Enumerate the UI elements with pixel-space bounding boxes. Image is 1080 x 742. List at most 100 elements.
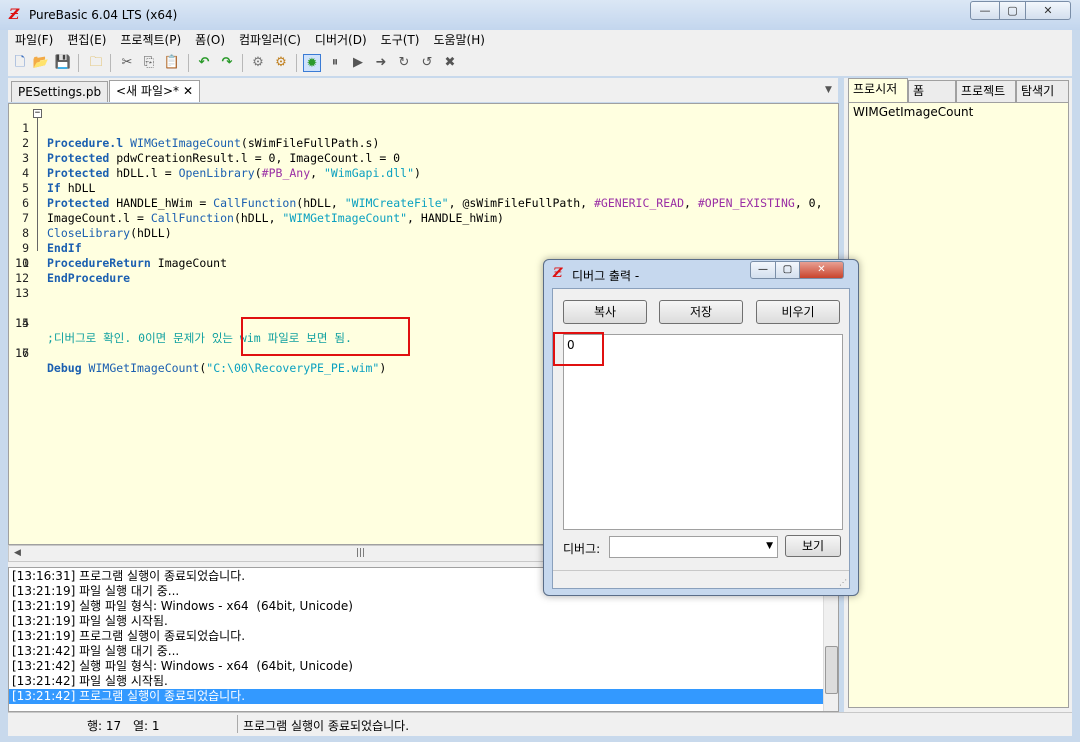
toolbar: 🗋 📂 💾 🗀 ✂ ⎘ 📋 ↶ ↷ ⚙ ⚙ ✹ ⏸ ▶ ➜ ↻ ↺ ✖ (8, 50, 1072, 76)
scroll-left-icon[interactable]: ◀ (14, 548, 21, 558)
code-line: 4 If hDLL (22, 166, 96, 195)
tab-project[interactable]: 프로젝트 (956, 80, 1016, 102)
side-panel: 프로시저 폼 프로젝트 탐색기 WIMGetImageCount (844, 78, 1072, 712)
debug-output-area[interactable]: 0 (563, 334, 843, 530)
menu-form[interactable]: 폼(O) (188, 30, 232, 50)
log-line-selected[interactable]: [13:21:42] 프로그램 실행이 종료되었습니다. (9, 689, 823, 704)
log-line: [13:16:31] 프로그램 실행이 종료되었습니다. (12, 569, 246, 583)
dialog-close-button[interactable]: ✕ (799, 261, 844, 279)
toolbar-separator (78, 54, 79, 72)
options-icon[interactable]: ⚙ (272, 54, 290, 72)
code-line: 6 ImageCount.l = CallFunction(hDLL, "WIM… (22, 196, 504, 225)
debug-combo[interactable]: ▼ (609, 536, 778, 558)
code-line: 8 EndIf (22, 226, 82, 255)
title-bar: Ƶ PureBasic 6.04 LTS (x64) — ▢ ✕ (0, 0, 1080, 30)
menu-help[interactable]: 도움말(H) (426, 30, 492, 50)
step-out-icon[interactable]: ↺ (418, 54, 436, 72)
menu-bar: 파일(F) 편집(E) 프로젝트(P) 폼(O) 컴파일러(C) 디버거(D) … (8, 30, 1072, 50)
menu-edit[interactable]: 편집(E) (60, 30, 113, 50)
code-line: 9 ProcedureReturn ImageCount (22, 241, 228, 270)
toolbar-separator (110, 54, 111, 72)
code-line: 5 Protected HANDLE_hWim = CallFunction(h… (22, 181, 823, 210)
status-separator (237, 715, 238, 733)
menu-debugger[interactable]: 디버거(D) (308, 30, 374, 50)
log-line: [13:21:19] 실행 파일 형식: Windows - x64 (64bi… (12, 599, 353, 613)
open-icon[interactable]: 📂 (32, 54, 50, 72)
log-line: [13:21:19] 프로그램 실행이 종료되었습니다. (12, 629, 246, 643)
pause-icon[interactable]: ⏸ (326, 54, 344, 72)
step-icon[interactable]: ➜ (372, 54, 390, 72)
status-row: 행: 17 (87, 719, 122, 733)
annotation-highlight-box (241, 317, 410, 356)
tab-new-file[interactable]: <새 파일>* ✕ (109, 80, 201, 102)
dialog-minimize-button[interactable]: — (750, 261, 776, 279)
purebasic-icon: Ƶ (9, 7, 20, 23)
toolbar-separator (296, 54, 297, 72)
log-line: [13:21:42] 파일 실행 대기 중... (12, 644, 180, 658)
kill-icon[interactable]: ✖ (441, 54, 459, 72)
show-button[interactable]: 보기 (785, 535, 841, 557)
save-all-icon[interactable]: 🗀 (87, 54, 105, 72)
tab-explorer[interactable]: 탐색기 (1016, 80, 1069, 102)
tab-forms[interactable]: 폼 (908, 80, 956, 102)
status-message: 프로그램 실행이 종료되었습니다. (243, 719, 410, 733)
cut-icon[interactable]: ✂ (118, 54, 136, 72)
fold-toggle-icon[interactable]: − (33, 109, 42, 118)
scroll-grip[interactable]: ||| (356, 548, 365, 558)
clear-button[interactable]: 비우기 (756, 300, 840, 324)
file-tabs: PESettings.pb <새 파일>* ✕ ▼ (8, 78, 838, 102)
copy-button[interactable]: 복사 (563, 300, 647, 324)
debug-label: 디버그: (563, 542, 601, 556)
chevron-down-icon[interactable]: ▼ (766, 541, 773, 551)
paste-icon[interactable]: 📋 (163, 54, 181, 72)
save-icon[interactable]: 💾 (54, 54, 72, 72)
window-title: PureBasic 6.04 LTS (x64) (29, 8, 178, 22)
log-line: [13:21:19] 파일 실행 시작됨. (12, 614, 168, 628)
debugger-icon[interactable]: ✹ (303, 54, 321, 72)
code-line: 10 EndProcedure (15, 256, 131, 285)
undo-icon[interactable]: ↶ (195, 54, 213, 72)
procedure-item[interactable]: WIMGetImageCount (853, 105, 973, 119)
purebasic-icon: Ƶ (553, 266, 563, 281)
compile-icon[interactable]: ⚙ (249, 54, 267, 72)
dialog-status-bar: ⋰ (553, 570, 849, 588)
dialog-title: 디버그 출력 - (572, 269, 640, 283)
toolbar-separator (242, 54, 243, 72)
dialog-maximize-button[interactable]: ▢ (775, 261, 800, 279)
debug-output-dialog: Ƶ 디버그 출력 - — ▢ ✕ 복사 저장 비우기 0 디버그: ▼ 보기 ⋰ (543, 259, 859, 596)
copy-icon[interactable]: ⎘ (140, 54, 158, 72)
menu-tools[interactable]: 도구(T) (374, 30, 427, 50)
status-column: 열: 1 (133, 719, 160, 733)
log-line: [13:21:42] 파일 실행 시작됨. (12, 674, 168, 688)
status-bar: 행: 17 열: 1 프로그램 실행이 종료되었습니다. (8, 712, 1072, 736)
minimize-button[interactable]: — (970, 1, 1000, 20)
close-button[interactable]: ✕ (1025, 1, 1071, 20)
redo-icon[interactable]: ↷ (218, 54, 236, 72)
menu-project[interactable]: 프로젝트(P) (113, 30, 188, 50)
maximize-button[interactable]: ▢ (999, 1, 1026, 20)
tab-pesettings[interactable]: PESettings.pb (11, 81, 109, 102)
close-tab-icon[interactable]: ✕ (183, 84, 193, 98)
scroll-thumb[interactable] (825, 646, 838, 694)
step-over-icon[interactable]: ↻ (395, 54, 413, 72)
tab-procedures[interactable]: 프로시저 (848, 78, 908, 102)
log-line: [13:21:42] 실행 파일 형식: Windows - x64 (64bi… (12, 659, 353, 673)
annotation-highlight-box (553, 332, 604, 366)
code-line: 2 Protected pdwCreationResult.l = 0, Ima… (22, 136, 401, 165)
code-line: 1− Procedure.l WIMGetImageCount(sWimFile… (22, 108, 380, 151)
new-icon[interactable]: 🗋 (11, 54, 29, 72)
procedure-list[interactable]: WIMGetImageCount (848, 102, 1069, 708)
resize-grip-icon[interactable]: ⋰ (839, 578, 847, 587)
code-line: 3 Protected hDLL.l = OpenLibrary(#PB_Any… (22, 151, 421, 180)
menu-file[interactable]: 파일(F) (8, 30, 60, 50)
tab-label: PESettings.pb (18, 85, 102, 99)
code-line: 7 CloseLibrary(hDLL) (22, 211, 172, 240)
log-line: [13:21:19] 파일 실행 대기 중... (12, 584, 180, 598)
menu-compiler[interactable]: 컴파일러(C) (232, 30, 308, 50)
tabs-dropdown-icon[interactable]: ▼ (825, 85, 832, 95)
continue-icon[interactable]: ▶ (349, 54, 367, 72)
save-button[interactable]: 저장 (659, 300, 743, 324)
tab-label: <새 파일>* (116, 84, 180, 98)
toolbar-separator (188, 54, 189, 72)
dialog-body: 복사 저장 비우기 0 디버그: ▼ 보기 ⋰ (552, 288, 850, 589)
